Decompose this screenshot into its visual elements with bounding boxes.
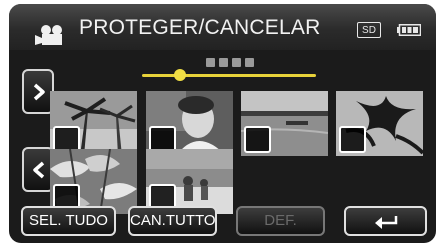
protect-screen: PROTEGER/CANCELAR SD SEL. TUDO CAN.TUTTO…: [9, 4, 436, 243]
return-arrow-icon: [375, 216, 398, 229]
thumbnail[interactable]: [50, 91, 137, 156]
chevron-left-icon: [33, 161, 45, 179]
battery-full-icon: [397, 24, 421, 36]
thumbnail[interactable]: [241, 91, 328, 156]
page-title: PROTEGER/CANCELAR: [79, 16, 321, 39]
page-slider-knob[interactable]: [174, 69, 187, 81]
cancel-all-button[interactable]: CAN.TUTTO: [128, 206, 217, 236]
page-slider-track[interactable]: [142, 74, 316, 77]
set-button[interactable]: DEF.: [236, 206, 325, 236]
back-button[interactable]: [344, 206, 427, 236]
select-checkbox[interactable]: [339, 126, 366, 153]
page-dots-icon: [206, 58, 254, 67]
sd-card-badge: SD: [357, 22, 381, 38]
thumbnail[interactable]: [146, 149, 233, 214]
chevron-right-icon: [33, 83, 45, 101]
thumbnail[interactable]: [336, 91, 423, 156]
header-bar: PROTEGER/CANCELAR SD: [9, 4, 436, 50]
thumbnail[interactable]: [50, 149, 137, 214]
select-checkbox[interactable]: [244, 126, 271, 153]
video-camera-icon: [35, 25, 62, 45]
thumbnail[interactable]: [146, 91, 233, 156]
select-all-button[interactable]: SEL. TUDO: [21, 206, 116, 236]
